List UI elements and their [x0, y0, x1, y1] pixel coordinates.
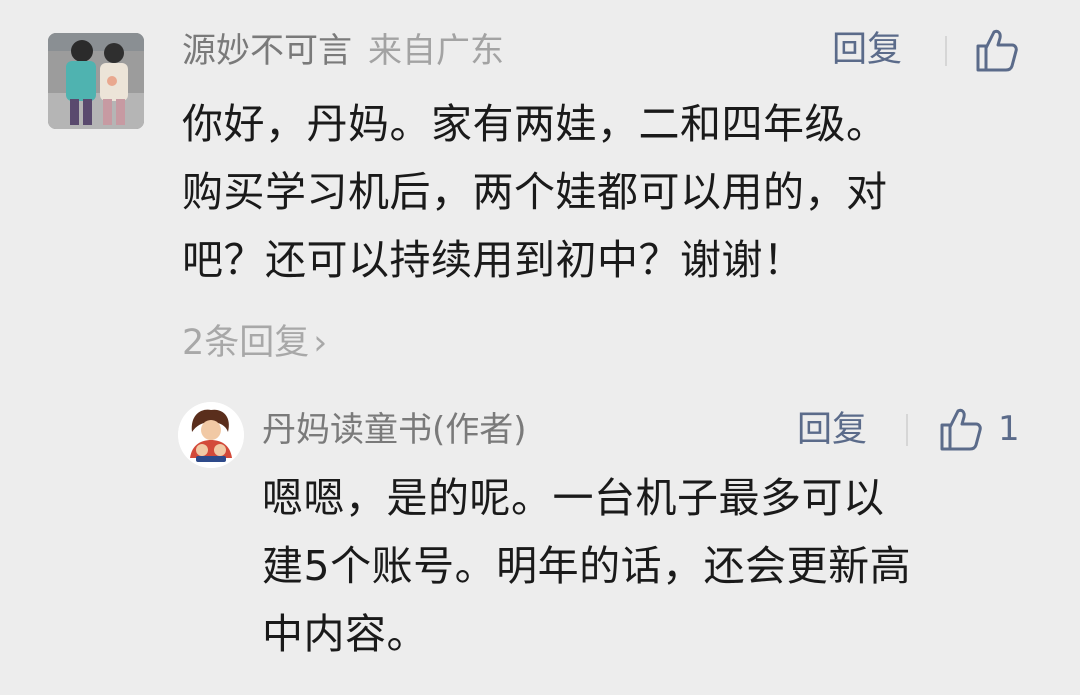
- reply-like-button[interactable]: 1: [936, 405, 1020, 453]
- divider: [906, 414, 908, 446]
- comment-like-button[interactable]: [972, 26, 1020, 74]
- comment-text-line: 购买学习机后，两个娃都可以用的，对: [182, 168, 888, 216]
- avatar[interactable]: [48, 33, 144, 129]
- comment-thread: 源妙不可言 来自广东 回复 你好，丹妈。家有两娃，二和四年级。 购买学习机后，两个…: [0, 0, 1080, 695]
- replies-count-label: 2条回复: [182, 323, 310, 363]
- reply-text: 嗯嗯，是的呢。一台机子最多可以 建5个账号。明年的话，还会更新高 中内容。: [262, 464, 911, 668]
- comment-text-line: 你好，丹妈。家有两娃，二和四年级。: [182, 100, 888, 148]
- thumbs-up-icon: [976, 29, 1018, 72]
- reply-reply-button[interactable]: 回复: [797, 410, 867, 450]
- reply-text-line: 嗯嗯，是的呢。一台机子最多可以: [262, 474, 885, 522]
- comment-text: 你好，丹妈。家有两娃，二和四年级。 购买学习机后，两个娃都可以用的，对 吧？还可…: [182, 90, 888, 294]
- reply-text-line: 中内容。: [262, 610, 428, 658]
- like-count: 1: [998, 409, 1020, 449]
- comment-text-line: 吧？还可以持续用到初中？谢谢！: [182, 236, 805, 284]
- thumbs-up-icon: [940, 408, 982, 451]
- comment-author-name[interactable]: 源妙不可言: [182, 31, 352, 71]
- reply-author-name[interactable]: 丹妈读童书(作者): [262, 410, 527, 450]
- chevron-right-icon: ›: [313, 323, 328, 363]
- avatar-illustration: [178, 402, 244, 468]
- comment-reply-button[interactable]: 回复: [832, 30, 902, 70]
- expand-replies-link[interactable]: 2条回复 ›: [182, 322, 327, 364]
- reply-avatar[interactable]: [178, 402, 244, 468]
- reply-text-line: 建5个账号。明年的话，还会更新高: [262, 542, 912, 590]
- divider: [945, 36, 947, 66]
- comment-location: 来自广东: [368, 31, 504, 71]
- avatar-photo: [48, 33, 144, 129]
- comment-author-line: 源妙不可言 来自广东: [182, 31, 504, 71]
